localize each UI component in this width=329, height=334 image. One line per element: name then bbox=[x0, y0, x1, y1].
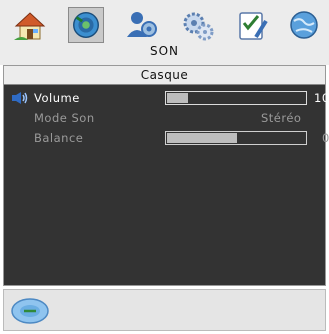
user-settings-icon[interactable] bbox=[124, 7, 160, 43]
volume-label: Volume bbox=[34, 91, 80, 105]
balance-slider[interactable] bbox=[165, 131, 307, 145]
menu-title: SON bbox=[149, 44, 180, 58]
volume-value: 10 bbox=[314, 91, 329, 105]
volume-row[interactable]: Volume 10 bbox=[4, 88, 329, 108]
settings-panel: Casque Volume 10 Mode Son Stéréo Balance… bbox=[3, 65, 329, 286]
checklist-icon[interactable] bbox=[234, 7, 270, 43]
home-icon[interactable] bbox=[12, 7, 48, 43]
mode-son-label: Mode Son bbox=[34, 111, 95, 125]
globe-icon[interactable] bbox=[286, 7, 322, 43]
balance-label: Balance bbox=[34, 131, 84, 145]
mode-son-row[interactable]: Mode Son Stéréo bbox=[4, 108, 325, 128]
volume-slider[interactable] bbox=[165, 91, 307, 105]
mode-son-value: Stéréo bbox=[261, 111, 302, 125]
top-menu-bar: SON bbox=[0, 0, 329, 65]
speaker-icon bbox=[11, 91, 29, 108]
volume-slider-fill bbox=[167, 93, 188, 103]
gears-icon[interactable] bbox=[180, 7, 216, 43]
submenu-title: Casque bbox=[4, 66, 325, 85]
balance-slider-fill bbox=[167, 133, 237, 143]
back-oval-icon[interactable] bbox=[10, 297, 50, 329]
sound-icon[interactable] bbox=[68, 7, 104, 43]
balance-value: 0 bbox=[322, 131, 329, 145]
footer-bar bbox=[3, 289, 326, 331]
balance-row[interactable]: Balance 0 bbox=[4, 128, 329, 148]
